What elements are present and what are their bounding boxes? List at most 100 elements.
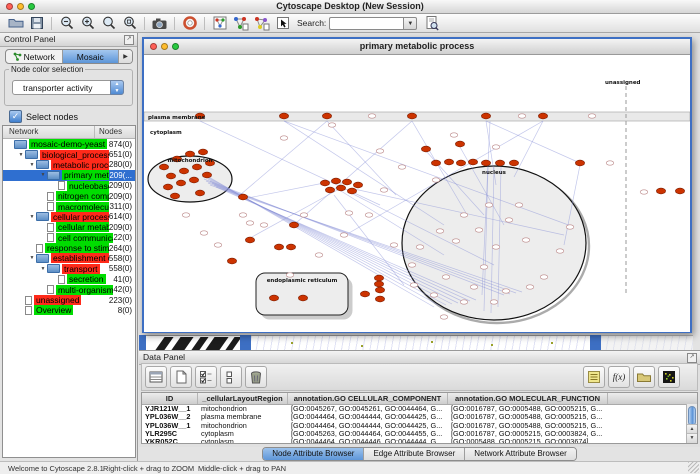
column-header-annotation-go-cellular-component[interactable]: annotation.GO CELLULAR_COMPONENT: [288, 393, 448, 404]
network-node[interactable]: [452, 239, 460, 243]
table-mode-icon[interactable]: [145, 366, 167, 388]
network-node-selected[interactable]: [286, 244, 295, 250]
network-node-selected[interactable]: [675, 188, 684, 194]
network-node-selected[interactable]: [176, 180, 185, 186]
tree-row-nitrogen-compo[interactable]: nitrogen compo209(0): [3, 191, 135, 201]
snapshot-icon[interactable]: [149, 15, 170, 32]
search-input[interactable]: [329, 17, 403, 30]
network-node[interactable]: [410, 283, 418, 287]
network-node[interactable]: [606, 161, 614, 165]
network-node-selected[interactable]: [227, 258, 236, 264]
network-node[interactable]: [485, 203, 493, 207]
network-node-selected[interactable]: [407, 113, 416, 119]
table-scrollbar[interactable]: ▲ ▼: [686, 404, 697, 443]
disclosure-triangle-icon[interactable]: ▼: [39, 266, 47, 272]
network-node[interactable]: [522, 238, 530, 242]
network-node-selected[interactable]: [342, 179, 351, 185]
network-node-selected[interactable]: [198, 149, 207, 155]
tree-row-nucleobase[interactable]: nucleobase-209(0): [3, 181, 135, 191]
network-node[interactable]: [526, 285, 534, 289]
network-node-selected[interactable]: [189, 177, 198, 183]
float-panel-icon[interactable]: ↗: [687, 353, 697, 363]
network-node[interactable]: [492, 145, 500, 149]
network-node-selected[interactable]: [298, 295, 307, 301]
network-node[interactable]: [436, 229, 444, 233]
tab-network[interactable]: Network: [6, 50, 63, 63]
tab-edge-attribute-browser[interactable]: Edge Attribute Browser: [364, 448, 465, 460]
network-node-selected[interactable]: [185, 151, 194, 157]
tree-row-establishment-of-lo[interactable]: ▼establishment of lo558(0): [3, 253, 135, 263]
zoom-selected-icon[interactable]: [119, 15, 140, 32]
network-node-selected[interactable]: [538, 113, 547, 119]
network-node[interactable]: [430, 293, 438, 297]
network-node[interactable]: [518, 114, 526, 118]
network-node[interactable]: [450, 133, 458, 137]
disclosure-triangle-icon[interactable]: ▼: [28, 162, 36, 168]
network-edge[interactable]: [486, 121, 580, 163]
network-node-selected[interactable]: [320, 180, 329, 186]
node-color-dropdown[interactable]: transporter activity ▲▼: [12, 80, 124, 95]
tree-row-response-to-stimulu[interactable]: response to stimulu264(0): [3, 243, 135, 253]
tab-node-attribute-browser[interactable]: Node Attribute Browser: [263, 448, 364, 460]
disclosure-triangle-icon[interactable]: ▼: [28, 214, 36, 220]
tab-overflow-arrow[interactable]: ▶: [119, 50, 132, 63]
open-session-icon[interactable]: [5, 15, 26, 32]
network-node-selected[interactable]: [202, 172, 211, 178]
network-node-selected[interactable]: [375, 296, 384, 302]
network-node[interactable]: [239, 213, 247, 217]
scrollbar-thumb[interactable]: [688, 406, 696, 426]
network-node[interactable]: [640, 190, 648, 194]
network-node-selected[interactable]: [360, 291, 369, 297]
network-node-selected[interactable]: [347, 188, 356, 194]
network-node-selected[interactable]: [353, 182, 362, 188]
network-node-selected[interactable]: [159, 164, 168, 170]
network-node-selected[interactable]: [325, 187, 334, 193]
tree-row-mosaic-demo-yeast[interactable]: mosaic-demo-yeast874(0): [3, 139, 135, 149]
network-node[interactable]: [588, 114, 596, 118]
network-node[interactable]: [368, 114, 376, 118]
network-node[interactable]: [390, 243, 398, 247]
network-node-selected[interactable]: [456, 160, 465, 166]
select-attributes-icon[interactable]: [195, 366, 217, 388]
network-node-selected[interactable]: [331, 178, 340, 184]
unselect-attributes-icon[interactable]: [220, 366, 242, 388]
network-node[interactable]: [566, 225, 574, 229]
network-node-selected[interactable]: [656, 188, 665, 194]
import-attributes-icon[interactable]: [633, 366, 655, 388]
vizmapper-icon[interactable]: [230, 15, 251, 32]
network-node[interactable]: [540, 275, 548, 279]
tree-row-cell-communicat[interactable]: cell communicat22(0): [3, 233, 135, 243]
float-panel-icon[interactable]: ↗: [124, 35, 134, 45]
network-edge[interactable]: [284, 121, 444, 225]
tree-row-primary-metabo[interactable]: ▼primary metabo209(...: [3, 170, 135, 180]
attribute-list-icon[interactable]: [583, 366, 605, 388]
network-node[interactable]: [300, 213, 308, 217]
network-node-selected[interactable]: [374, 281, 383, 287]
network-node-selected[interactable]: [575, 160, 584, 166]
network-node-selected[interactable]: [179, 168, 188, 174]
network-node[interactable]: [182, 213, 190, 217]
search-dropdown-arrow[interactable]: ▼: [403, 17, 417, 30]
tree-row-overview[interactable]: Overview8(0): [3, 305, 135, 315]
network-node-selected[interactable]: [274, 244, 283, 250]
network-node[interactable]: [398, 165, 406, 169]
network-node-selected[interactable]: [163, 184, 172, 190]
table-row-yjr121w-1[interactable]: YJR121W__1mitochondrion[GO:0045267, GO:0…: [142, 405, 697, 413]
column-header-cellularlayoutregion[interactable]: _cellularLayoutRegion: [198, 393, 288, 404]
table-row-ypl036w-2[interactable]: YPL036W__2plasma membrane[GO:0044464, GO…: [142, 413, 697, 421]
tab-network-attribute-browser[interactable]: Network Attribute Browser: [465, 448, 575, 460]
network-node[interactable]: [470, 285, 478, 289]
network-node[interactable]: [214, 243, 222, 247]
network-node-selected[interactable]: [495, 160, 504, 166]
table-row-ypl036w-1[interactable]: YPL036W__1mitochondrion[GO:0044464, GO:0…: [142, 422, 697, 430]
tree-row-metabolic-process[interactable]: ▼metabolic process280(0): [3, 160, 135, 170]
network-node[interactable]: [492, 245, 500, 249]
network-node-selected[interactable]: [269, 295, 278, 301]
network-node[interactable]: [345, 211, 353, 215]
background-window-fragment[interactable]: [146, 335, 240, 350]
network-node-selected[interactable]: [374, 275, 383, 281]
network-node[interactable]: [475, 228, 483, 232]
network-node[interactable]: [260, 223, 268, 227]
network-node[interactable]: [502, 289, 510, 293]
scroll-down-icon[interactable]: ▼: [687, 433, 697, 443]
